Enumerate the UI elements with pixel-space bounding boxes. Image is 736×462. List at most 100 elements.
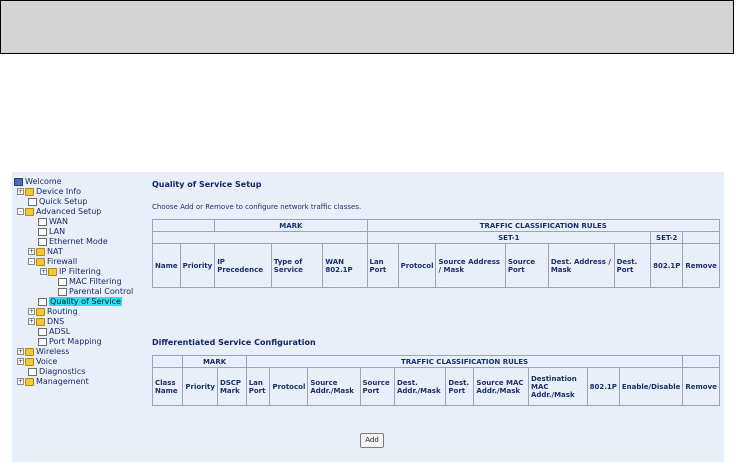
column-header: 802.1P bbox=[650, 243, 684, 288]
table-header-cell bbox=[152, 231, 368, 244]
document-icon bbox=[58, 287, 67, 296]
sidebar-item-advanced-setup[interactable]: - Advanced Setup bbox=[14, 207, 144, 217]
sidebar-item-mac-filtering[interactable]: MAC Filtering bbox=[14, 277, 144, 287]
folder-icon bbox=[25, 357, 34, 366]
sidebar-item-quick-setup[interactable]: Quick Setup bbox=[14, 197, 144, 207]
folder-icon bbox=[48, 267, 57, 276]
document-icon bbox=[38, 337, 47, 346]
column-header: Type of Service bbox=[270, 243, 324, 288]
table-header-rules: TRAFFIC CLASSIFICATION RULES bbox=[366, 219, 720, 232]
collapse-icon[interactable]: - bbox=[28, 258, 35, 265]
page-title: Quality of Service Setup bbox=[152, 180, 262, 189]
column-header: Dest. Address / Mask bbox=[547, 243, 615, 288]
document-icon bbox=[28, 197, 37, 206]
sidebar-item-welcome[interactable]: Welcome bbox=[14, 177, 144, 187]
collapse-icon[interactable]: - bbox=[17, 208, 24, 215]
document-icon bbox=[58, 277, 67, 286]
sidebar-item-ip-filtering[interactable]: + IP Filtering bbox=[14, 267, 144, 277]
document-icon bbox=[38, 227, 47, 236]
expand-icon[interactable]: + bbox=[28, 318, 35, 325]
section-title-diffserv: Differentiated Service Configuration bbox=[152, 338, 316, 347]
column-header: WAN 802.1P bbox=[322, 243, 368, 288]
add-button[interactable]: Add bbox=[360, 433, 384, 448]
column-header: Enable/Disable bbox=[618, 367, 684, 406]
sidebar-item-diagnostics[interactable]: Diagnostics bbox=[14, 367, 144, 377]
column-header: Remove bbox=[682, 243, 720, 288]
sidebar-item-dns[interactable]: + DNS bbox=[14, 317, 144, 327]
sidebar-item-parental-control[interactable]: Parental Control bbox=[14, 287, 144, 297]
sidebar-item-port-mapping[interactable]: Port Mapping bbox=[14, 337, 144, 347]
table-header-set2: SET-2 bbox=[650, 231, 684, 244]
column-header: Source MAC Addr./Mask bbox=[473, 367, 529, 406]
sidebar-item-routing[interactable]: + Routing bbox=[14, 307, 144, 317]
sidebar-item-wan[interactable]: WAN bbox=[14, 217, 144, 227]
expand-icon[interactable]: + bbox=[28, 248, 35, 255]
column-header: Lan Port bbox=[366, 243, 399, 288]
sidebar-item-quality-of-service[interactable]: Quality of Service bbox=[14, 297, 144, 307]
folder-icon bbox=[36, 317, 45, 326]
router-config-screenshot: Welcome + Device Info Quick Setup - Advanc… bbox=[12, 172, 724, 462]
main-content: Quality of Service Setup Choose Add or R… bbox=[151, 180, 720, 406]
table-header-cell bbox=[151, 355, 184, 368]
column-header: Lan Port bbox=[245, 367, 271, 406]
column-header: Protocol bbox=[397, 243, 437, 288]
document-icon bbox=[38, 327, 47, 336]
sidebar-item-nat[interactable]: + NAT bbox=[14, 247, 144, 257]
table-header-cell bbox=[682, 355, 720, 368]
column-header: Priority bbox=[179, 243, 216, 288]
column-header: Source Port bbox=[504, 243, 549, 288]
document-icon bbox=[38, 217, 47, 226]
sidebar-item-voice[interactable]: + Voice bbox=[14, 357, 144, 367]
column-header: IP Precedence bbox=[214, 243, 272, 288]
folder-icon bbox=[36, 257, 45, 266]
folder-icon bbox=[25, 377, 34, 386]
page-description: Choose Add or Remove to configure networ… bbox=[152, 203, 362, 211]
sidebar-item-wireless[interactable]: + Wireless bbox=[14, 347, 144, 357]
table-header-set1: SET-1 bbox=[366, 231, 652, 244]
column-header: Destination MAC Addr./Mask bbox=[527, 367, 588, 406]
document-icon bbox=[28, 367, 37, 376]
top-banner bbox=[0, 0, 734, 54]
sidebar-tree: Welcome + Device Info Quick Setup - Advanc… bbox=[14, 177, 144, 387]
document-icon bbox=[38, 297, 47, 306]
column-header: Class Name bbox=[151, 367, 184, 406]
column-header: Dest. Port bbox=[613, 243, 652, 288]
column-header: DSCP Mark bbox=[216, 367, 247, 406]
column-header: Protocol bbox=[269, 367, 309, 406]
column-header: Dest. Port bbox=[445, 367, 475, 406]
column-header: 802.1P bbox=[586, 367, 620, 406]
table-header-cell bbox=[151, 219, 216, 232]
expand-icon[interactable]: + bbox=[40, 268, 47, 275]
document-icon bbox=[38, 237, 47, 246]
column-header: Priority bbox=[182, 367, 218, 406]
column-header: Source Addr./Mask bbox=[307, 367, 361, 406]
column-header: Dest. Addr./Mask bbox=[393, 367, 447, 406]
table-header-rules: TRAFFIC CLASSIFICATION RULES bbox=[245, 355, 684, 368]
expand-icon[interactable]: + bbox=[28, 308, 35, 315]
folder-icon bbox=[25, 347, 34, 356]
sidebar-item-lan[interactable]: LAN bbox=[14, 227, 144, 237]
column-header: Source Address / Mask bbox=[435, 243, 506, 288]
sidebar-item-device-info[interactable]: + Device Info bbox=[14, 187, 144, 197]
table-header-cell bbox=[682, 231, 720, 244]
diffserv-rules-table: MARK TRAFFIC CLASSIFICATION RULES Class … bbox=[151, 355, 720, 406]
sidebar-item-ethernet-mode[interactable]: Ethernet Mode bbox=[14, 237, 144, 247]
expand-icon[interactable]: + bbox=[17, 348, 24, 355]
expand-icon[interactable]: + bbox=[17, 358, 24, 365]
sidebar-item-management[interactable]: + Management bbox=[14, 377, 144, 387]
sidebar-item-adsl[interactable]: ADSL bbox=[14, 327, 144, 337]
expand-icon[interactable]: + bbox=[17, 378, 24, 385]
column-header: Name bbox=[152, 243, 181, 288]
column-header: Source Port bbox=[359, 367, 396, 406]
table-header-mark: MARK bbox=[182, 355, 247, 368]
folder-icon bbox=[36, 247, 45, 256]
qos-rules-table: MARK TRAFFIC CLASSIFICATION RULES SET-1 … bbox=[151, 219, 720, 288]
folder-icon bbox=[25, 187, 34, 196]
column-header: Remove bbox=[682, 367, 720, 406]
computer-icon bbox=[14, 177, 23, 186]
folder-icon bbox=[25, 207, 34, 216]
table-header-mark: MARK bbox=[214, 219, 368, 232]
folder-icon bbox=[36, 307, 45, 316]
expand-icon[interactable]: + bbox=[17, 188, 24, 195]
sidebar-item-firewall[interactable]: - Firewall bbox=[14, 257, 144, 267]
